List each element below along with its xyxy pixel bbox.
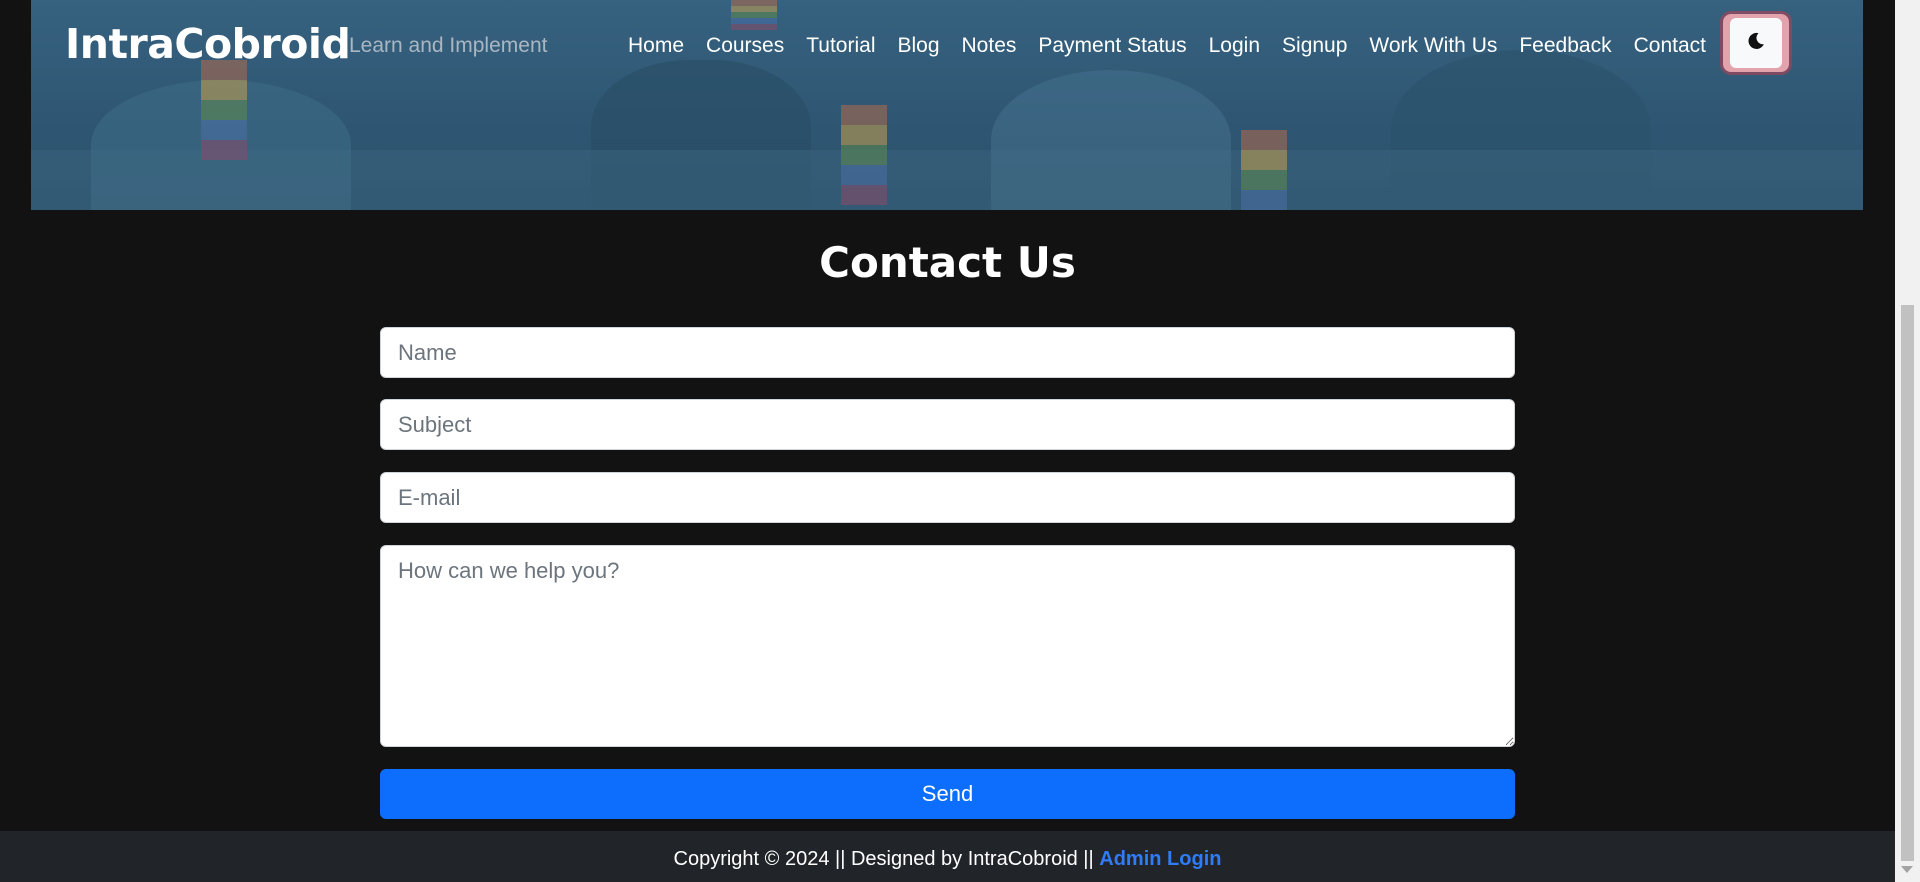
theme-toggle-face [1730, 18, 1782, 68]
nav-item-login[interactable]: Login [1198, 31, 1271, 61]
nav-item-payment-status[interactable]: Payment Status [1027, 31, 1197, 61]
nav-item-home[interactable]: Home [617, 31, 695, 61]
brand-logo[interactable]: IntraCobroid [65, 20, 351, 68]
admin-login-link[interactable]: Admin Login [1099, 848, 1221, 870]
nav-item-courses[interactable]: Courses [695, 31, 795, 61]
page: IntraCobroid Learn and Implement Home Co… [0, 0, 1920, 882]
theme-toggle-button[interactable] [1723, 14, 1789, 72]
scrollbar-thumb[interactable] [1901, 305, 1914, 861]
contact-heading: Contact Us [819, 238, 1076, 287]
nav-item-feedback[interactable]: Feedback [1508, 31, 1622, 61]
send-button[interactable]: Send [380, 769, 1515, 819]
nav-item-blog[interactable]: Blog [886, 31, 950, 61]
message-textarea[interactable] [380, 545, 1515, 747]
brand-tagline: Learn and Implement [349, 34, 548, 57]
name-input[interactable] [380, 327, 1515, 378]
scroll-down-arrow-icon[interactable] [1901, 866, 1913, 873]
footer-copyright: Copyright © 2024 || Designed by IntraCob… [673, 848, 1100, 870]
nav-item-contact[interactable]: Contact [1623, 31, 1717, 61]
moon-icon [1746, 31, 1766, 56]
navbar: IntraCobroid Learn and Implement Home Co… [0, 0, 1920, 92]
hero-toy-blocks [841, 105, 887, 205]
vertical-scrollbar[interactable] [1895, 0, 1920, 882]
nav-item-notes[interactable]: Notes [951, 31, 1028, 61]
nav-item-signup[interactable]: Signup [1271, 31, 1358, 61]
hero-toy-blocks [1241, 130, 1287, 210]
footer: Copyright © 2024 || Designed by IntraCob… [0, 831, 1895, 882]
subject-input[interactable] [380, 399, 1515, 450]
hero-desk [31, 150, 1863, 210]
nav-item-tutorial[interactable]: Tutorial [795, 31, 886, 61]
nav-links: Home Courses Tutorial Blog Notes Payment… [617, 31, 1717, 61]
email-input[interactable] [380, 472, 1515, 523]
nav-item-work-with-us[interactable]: Work With Us [1358, 31, 1508, 61]
